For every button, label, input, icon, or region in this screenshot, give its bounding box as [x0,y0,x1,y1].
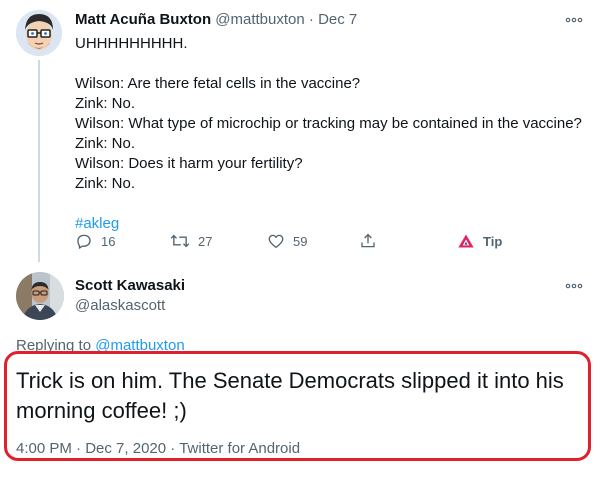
tweet-actions: 16 27 59 Tip [75,230,575,252]
tip-label: Tip [483,233,503,249]
tweet-line: Zink: No. [75,95,136,112]
tweet-text: UHHHHHHHHH. Wilson: Are there fetal cell… [75,34,590,234]
author-handle[interactable]: @mattbuxton [215,11,304,28]
tweet-date[interactable]: Dec 7 [318,11,357,28]
reply-text: Trick is on him. The Senate Democrats sl… [16,368,564,423]
author-name[interactable]: Scott Kawasaki [75,276,185,296]
more-icon[interactable] [564,276,584,296]
more-icon[interactable] [564,10,584,30]
tweet-line: Zink: No. [75,175,136,192]
share-icon [361,233,375,248]
author-handle[interactable]: @alaskascott [75,296,165,316]
retweet-count: 27 [198,233,213,249]
author-name[interactable]: Matt Acuña Buxton [75,11,211,28]
reply-icon [77,234,91,249]
thread-line [38,60,40,262]
tweet-full-date[interactable]: Dec 7, 2020 [85,440,166,457]
reply-button[interactable]: 16 [75,230,115,252]
cartoon-avatar-icon [16,10,62,56]
avatar[interactable] [16,10,62,56]
like-count: 59 [293,233,308,249]
tip-icon [458,234,474,248]
parent-tweet[interactable]: Matt Acuña Buxton @mattbuxton · Dec 7 UH… [0,0,600,262]
tweet-meta: 4:00 PM · Dec 7, 2020 · Twitter for Andr… [16,439,300,459]
profile-photo-icon [16,272,64,320]
separator-dot: · [76,440,82,457]
replying-to: Replying to @mattbuxton [16,336,185,356]
tweet-source[interactable]: Twitter for Android [179,440,300,457]
tip-button[interactable]: Tip [457,230,502,252]
share-button[interactable] [359,230,377,252]
heart-icon [268,234,284,249]
retweet-icon [170,234,190,248]
mention-link[interactable]: @mattbuxton [95,337,184,354]
tweet-thread: Matt Acuña Buxton @mattbuxton · Dec 7 UH… [0,0,600,478]
separator-dot: · [170,440,176,457]
tweet-line: UHHHHHHHHH. [75,35,188,52]
like-button[interactable]: 59 [267,230,307,252]
tweet-line: Wilson: Does it harm your fertility? [75,155,303,172]
separator-dot: · [308,11,314,28]
tweet-line: Wilson: Are there fetal cells in the vac… [75,75,361,92]
reply-count: 16 [101,233,116,249]
tweet-time[interactable]: 4:00 PM [16,440,72,457]
retweet-button[interactable]: 27 [170,230,212,252]
tweet-header: Matt Acuña Buxton @mattbuxton · Dec 7 [75,10,357,30]
reply-tweet: Scott Kawasaki @alaskascott Replying to … [0,262,600,478]
tweet-line: Zink: No. [75,135,136,152]
tweet-line: Wilson: What type of microchip or tracki… [75,115,582,132]
avatar[interactable] [16,272,64,320]
replying-prefix: Replying to [16,337,92,354]
